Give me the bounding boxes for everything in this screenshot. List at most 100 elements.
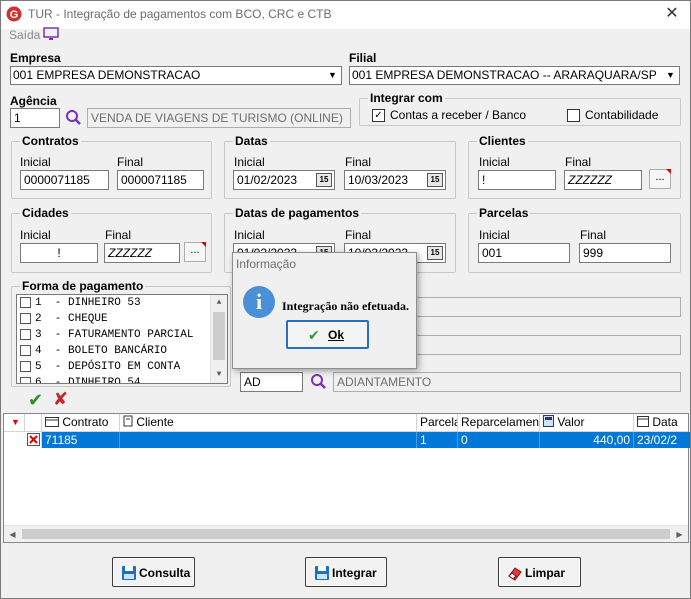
cell-parcela: 1 xyxy=(417,432,458,448)
select-all-check-icon[interactable]: ✔ xyxy=(28,390,43,411)
agencia-label: Agência xyxy=(10,94,57,108)
col-reparcelamento[interactable]: Reparcelamento xyxy=(458,414,540,432)
checkbox[interactable] xyxy=(20,345,31,356)
scroll-up-icon[interactable]: ▲ xyxy=(211,295,227,311)
person-icon xyxy=(123,415,133,427)
filial-value: 001 EMPRESA DEMONSTRACAO -- ARARAQUARA/S… xyxy=(352,68,657,82)
contabilidade-label: Contabilidade xyxy=(585,108,659,122)
scroll-thumb[interactable] xyxy=(213,312,225,360)
col-data[interactable]: Data xyxy=(634,414,688,432)
parcelas-inicial-label: Inicial xyxy=(479,228,510,242)
menu-saida[interactable]: Saída xyxy=(9,28,40,42)
deselect-all-x-icon[interactable]: ✘ xyxy=(53,389,68,410)
table-row[interactable]: 71185 1 0 440,00 23/02/2 xyxy=(42,432,690,448)
consulta-label: Consulta xyxy=(139,566,191,580)
scroll-down-icon[interactable]: ▼ xyxy=(211,367,227,383)
datas-title: Datas xyxy=(233,134,270,148)
list-item[interactable]: 4 - BOLETO BANCÁRIO xyxy=(17,343,227,359)
datas-pag-final-label: Final xyxy=(345,228,372,242)
required-marker-icon xyxy=(201,242,206,247)
integrar-button[interactable]: Integrar xyxy=(305,557,387,587)
col-contrato[interactable]: Contrato xyxy=(42,414,120,432)
checkbox[interactable] xyxy=(20,313,31,324)
calendar-icon[interactable]: 15 xyxy=(316,173,332,187)
empresa-label: Empresa xyxy=(10,51,61,65)
empresa-value: 001 EMPRESA DEMONSTRACAO xyxy=(13,68,201,82)
cidades-inicial-label: Inicial xyxy=(20,228,51,242)
forma-pagamento-list[interactable]: 1 - DINHEIRO 53 2 - CHEQUE 3 - FATURAMEN… xyxy=(16,294,228,384)
col-cliente[interactable]: Cliente xyxy=(120,414,417,432)
contratos-final-input[interactable]: 0000071185 xyxy=(117,170,204,190)
cidades-final-input[interactable]: ZZZZZZ xyxy=(104,243,180,263)
dialog-message: Integração não efetuada. xyxy=(282,299,409,313)
agencia-code-input[interactable]: 1 xyxy=(10,108,60,128)
scroll-left-icon[interactable]: ◀ xyxy=(4,526,21,543)
col-valor[interactable]: Valor xyxy=(540,414,634,432)
clientes-inicial-input[interactable]: ! xyxy=(478,170,556,190)
limpar-button[interactable]: Limpar xyxy=(498,557,581,587)
cell-reparcelamento: 0 xyxy=(458,432,540,448)
cidades-final-label: Final xyxy=(105,228,132,242)
window-title: TUR - Integração de pagamentos com BCO, … xyxy=(28,7,332,21)
cidades-inicial-input[interactable]: ! xyxy=(20,243,98,263)
list-item[interactable]: 1 - DINHEIRO 53 xyxy=(17,295,227,311)
cell-cliente xyxy=(120,432,417,448)
list-item[interactable]: 5 - DEPÓSITO EM CONTA xyxy=(17,359,227,375)
close-icon[interactable]: ✕ xyxy=(662,4,682,24)
search-icon[interactable] xyxy=(65,109,82,126)
calendar-icon[interactable]: 15 xyxy=(427,173,443,187)
clientes-inicial-label: Inicial xyxy=(479,155,510,169)
ok-button[interactable]: ✔ Ok xyxy=(286,320,369,349)
clientes-final-input[interactable]: ZZZZZZ xyxy=(564,170,642,190)
app-logo-icon: G xyxy=(6,6,22,22)
scroll-right-icon[interactable]: ▶ xyxy=(671,526,688,543)
save-disk-icon xyxy=(122,566,136,580)
checkbox[interactable] xyxy=(20,297,31,308)
datas-final-value: 10/03/2023 xyxy=(348,173,409,187)
chevron-down-icon[interactable]: ▼ xyxy=(662,67,679,84)
datas-final-input[interactable]: 10/03/2023 15 xyxy=(344,170,446,190)
calculator-icon xyxy=(543,415,554,427)
card-icon xyxy=(45,417,59,427)
grid-header: ▼ Contrato Cliente Parcela Reparcelament… xyxy=(4,414,688,432)
results-grid[interactable]: ▼ Contrato Cliente Parcela Reparcelament… xyxy=(3,413,690,543)
contratos-inicial-label: Inicial xyxy=(20,155,51,169)
datas-inicial-input[interactable]: 01/02/2023 15 xyxy=(233,170,335,190)
checkbox[interactable] xyxy=(20,329,31,340)
filial-label: Filial xyxy=(349,51,377,65)
chevron-down-icon[interactable]: ▼ xyxy=(324,67,341,84)
checkbox[interactable] xyxy=(20,377,31,383)
checkbox[interactable] xyxy=(20,361,31,372)
parcelas-final-input[interactable]: 999 xyxy=(579,243,671,263)
agencia-name-field: VENDA DE VIAGENS DE TURISMO (ONLINE) xyxy=(87,108,351,128)
monitor-icon[interactable] xyxy=(43,27,59,41)
datas-inicial-label: Inicial xyxy=(234,155,265,169)
scroll-thumb[interactable] xyxy=(22,529,670,539)
parcelas-inicial-input[interactable]: 001 xyxy=(478,243,570,263)
adiantamento-code-input[interactable]: AD xyxy=(240,372,303,392)
row-status[interactable] xyxy=(25,432,42,448)
adiantamento-name-field: ADIANTAMENTO xyxy=(333,372,681,392)
grid-header-check xyxy=(25,414,42,432)
sort-arrow-icon[interactable]: ▼ xyxy=(4,414,25,432)
consulta-button[interactable]: Consulta xyxy=(112,557,195,587)
list-scrollbar[interactable]: ▲ ▼ xyxy=(210,295,227,383)
empresa-select[interactable]: 001 EMPRESA DEMONSTRACAO ▼ xyxy=(10,66,342,85)
clientes-title: Clientes xyxy=(477,134,528,148)
list-item[interactable]: 3 - FATURAMENTO PARCIAL xyxy=(17,327,227,343)
required-marker-icon xyxy=(666,169,671,174)
contas-receber-checkbox[interactable]: ✓ xyxy=(372,109,385,122)
forma-pagamento-title: Forma de pagamento xyxy=(20,279,146,293)
list-item[interactable]: 6 - DINHEIRO 54 xyxy=(17,375,227,383)
col-parcela[interactable]: Parcela xyxy=(417,414,458,432)
calendar-icon[interactable]: 15 xyxy=(427,246,443,260)
datas-pagamentos-title: Datas de pagamentos xyxy=(233,206,362,220)
list-item[interactable]: 2 - CHEQUE xyxy=(17,311,227,327)
grid-hscrollbar[interactable]: ◀ ▶ xyxy=(4,525,688,542)
contratos-inicial-input[interactable]: 0000071185 xyxy=(20,170,109,190)
contratos-title: Contratos xyxy=(20,134,81,148)
filial-select[interactable]: 001 EMPRESA DEMONSTRACAO -- ARARAQUARA/S… xyxy=(349,66,680,85)
search-icon[interactable] xyxy=(310,373,327,390)
integrar-com-title: Integrar com xyxy=(368,91,445,105)
contabilidade-checkbox[interactable] xyxy=(567,109,580,122)
